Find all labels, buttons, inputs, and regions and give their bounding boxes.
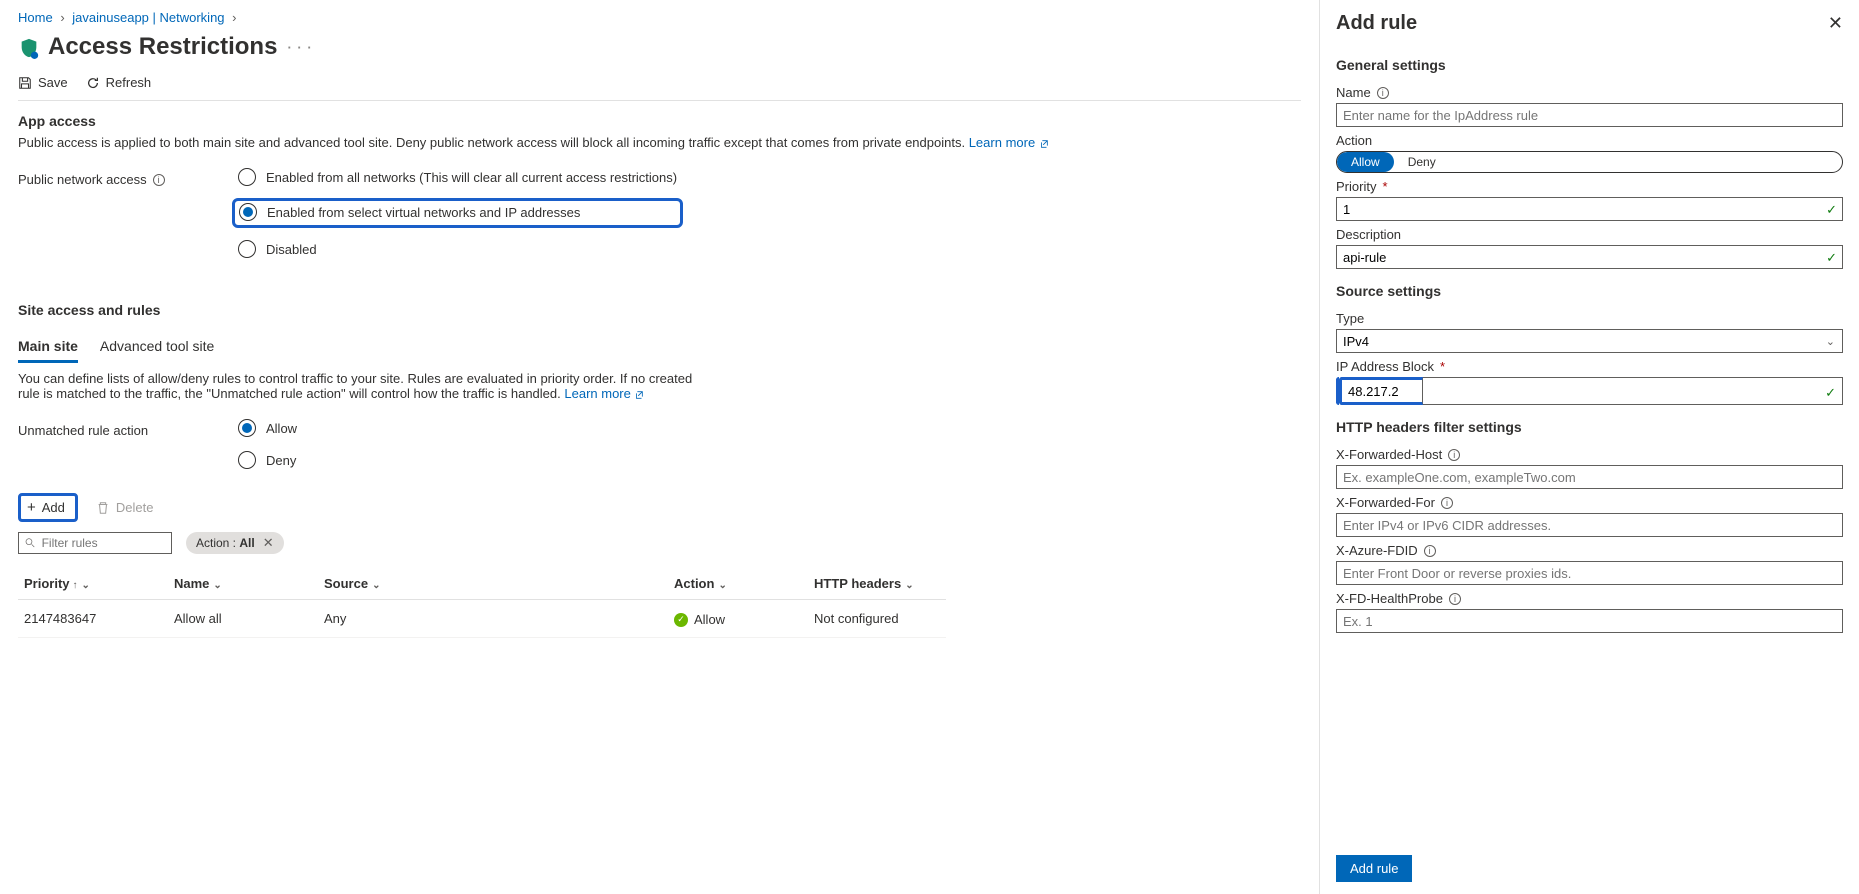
type-select[interactable] — [1336, 329, 1843, 353]
chevron-down-icon: ⌄ — [905, 580, 913, 591]
tab-advanced-tool[interactable]: Advanced tool site — [100, 332, 214, 363]
info-icon[interactable]: i — [1424, 545, 1436, 557]
xhp-label: X-FD-HealthProbei — [1336, 591, 1843, 606]
xfh-input[interactable] — [1336, 465, 1843, 489]
breadcrumb-home[interactable]: Home — [18, 10, 53, 25]
info-icon[interactable]: i — [153, 174, 165, 186]
tab-main-site[interactable]: Main site — [18, 332, 78, 363]
save-icon — [18, 76, 32, 90]
radio-icon — [238, 168, 256, 186]
name-label: Namei — [1336, 85, 1843, 100]
radio-enabled-select[interactable]: Enabled from select virtual networks and… — [232, 198, 683, 228]
close-icon[interactable]: ✕ — [263, 535, 274, 551]
action-label: Action — [1336, 133, 1843, 148]
external-link-icon — [634, 390, 644, 400]
priority-label: Priority * — [1336, 179, 1843, 194]
http-headers-heading: HTTP headers filter settings — [1336, 419, 1843, 435]
external-link-icon — [1039, 139, 1049, 149]
xff-input[interactable] — [1336, 513, 1843, 537]
radio-icon — [238, 419, 256, 437]
xfh-label: X-Forwarded-Hosti — [1336, 447, 1843, 462]
sort-up-icon: ↑ — [73, 580, 78, 591]
panel-title: Add rule — [1336, 12, 1417, 35]
app-access-description: Public access is applied to both main si… — [18, 135, 1301, 150]
source-settings-heading: Source settings — [1336, 283, 1843, 299]
radio-unmatched-allow[interactable]: Allow — [232, 417, 303, 439]
priority-input[interactable] — [1336, 197, 1843, 221]
description-label: Description — [1336, 227, 1843, 242]
radio-icon — [238, 451, 256, 469]
action-allow[interactable]: Allow — [1337, 152, 1394, 172]
type-label: Type — [1336, 311, 1843, 326]
plus-icon: + — [27, 502, 36, 514]
xhp-input[interactable] — [1336, 609, 1843, 633]
info-icon[interactable]: i — [1441, 497, 1453, 509]
add-rule-button[interactable]: + Add — [18, 493, 78, 522]
chevron-down-icon: ⌄ — [213, 580, 221, 591]
col-name[interactable]: Name⌄ — [168, 568, 318, 600]
radio-icon — [239, 203, 257, 221]
trash-icon — [96, 501, 110, 515]
filter-input[interactable] — [18, 532, 172, 554]
close-icon[interactable]: ✕ — [1828, 13, 1843, 34]
refresh-button[interactable]: Refresh — [86, 75, 152, 90]
shield-icon — [18, 36, 38, 58]
name-input[interactable] — [1336, 103, 1843, 127]
more-icon[interactable]: · · · — [287, 40, 312, 55]
radio-disabled[interactable]: Disabled — [232, 238, 683, 260]
add-rule-panel: Add rule ✕ General settings Namei Action… — [1319, 0, 1859, 894]
delete-rule-button: Delete — [96, 500, 154, 515]
chevron-right-icon: › — [60, 10, 64, 25]
learn-more-link[interactable]: Learn more — [969, 135, 1049, 150]
col-source[interactable]: Source⌄ — [318, 568, 668, 600]
refresh-icon — [86, 76, 100, 90]
public-access-label: Public network access i — [18, 166, 232, 187]
xff-label: X-Forwarded-Fori — [1336, 495, 1843, 510]
general-settings-heading: General settings — [1336, 57, 1843, 73]
col-priority[interactable]: Priority↑⌄ — [18, 568, 168, 600]
rules-table: Priority↑⌄ Name⌄ Source⌄ Action⌄ HTTP he… — [18, 568, 946, 638]
info-icon[interactable]: i — [1449, 593, 1461, 605]
unmatched-action-label: Unmatched rule action — [18, 417, 232, 438]
app-access-heading: App access — [18, 113, 1301, 129]
save-button[interactable]: Save — [18, 75, 68, 90]
description-input[interactable] — [1336, 245, 1843, 269]
ip-input[interactable] — [1339, 377, 1423, 405]
info-icon[interactable]: i — [1377, 87, 1389, 99]
filter-pill-action[interactable]: Action : All ✕ — [186, 532, 284, 554]
action-toggle[interactable]: Allow Deny — [1336, 151, 1843, 173]
checkmark-icon: ✓ — [1825, 385, 1836, 401]
chevron-right-icon: › — [232, 10, 236, 25]
col-action[interactable]: Action⌄ — [668, 568, 808, 600]
action-deny[interactable]: Deny — [1394, 152, 1450, 172]
breadcrumb-path[interactable]: javainuseapp | Networking — [72, 10, 224, 25]
site-rules-description: You can define lists of allow/deny rules… — [18, 371, 698, 401]
page-title: Access Restrictions — [48, 33, 277, 61]
chevron-down-icon: ⌄ — [718, 580, 726, 591]
radio-unmatched-deny[interactable]: Deny — [232, 449, 303, 471]
learn-more-link[interactable]: Learn more — [564, 386, 644, 401]
ip-block-label: IP Address Block * — [1336, 359, 1843, 374]
info-icon[interactable]: i — [1448, 449, 1460, 461]
check-circle-icon: ✓ — [674, 613, 688, 627]
xaf-input[interactable] — [1336, 561, 1843, 585]
breadcrumb: Home › javainuseapp | Networking › — [18, 10, 1301, 25]
radio-icon — [238, 240, 256, 258]
chevron-down-icon: ⌄ — [82, 580, 90, 591]
xaf-label: X-Azure-FDIDi — [1336, 543, 1843, 558]
radio-enabled-all[interactable]: Enabled from all networks (This will cle… — [232, 166, 683, 188]
checkmark-icon: ✓ — [1826, 202, 1837, 218]
checkmark-icon: ✓ — [1826, 250, 1837, 266]
add-rule-submit[interactable]: Add rule — [1336, 855, 1412, 882]
chevron-down-icon: ⌄ — [1826, 335, 1835, 348]
search-icon — [25, 537, 36, 549]
col-headers[interactable]: HTTP headers⌄ — [808, 568, 946, 600]
table-row[interactable]: 2147483647 Allow all Any ✓Allow Not conf… — [18, 600, 946, 638]
chevron-down-icon: ⌄ — [372, 580, 380, 591]
site-rules-heading: Site access and rules — [18, 302, 1301, 318]
